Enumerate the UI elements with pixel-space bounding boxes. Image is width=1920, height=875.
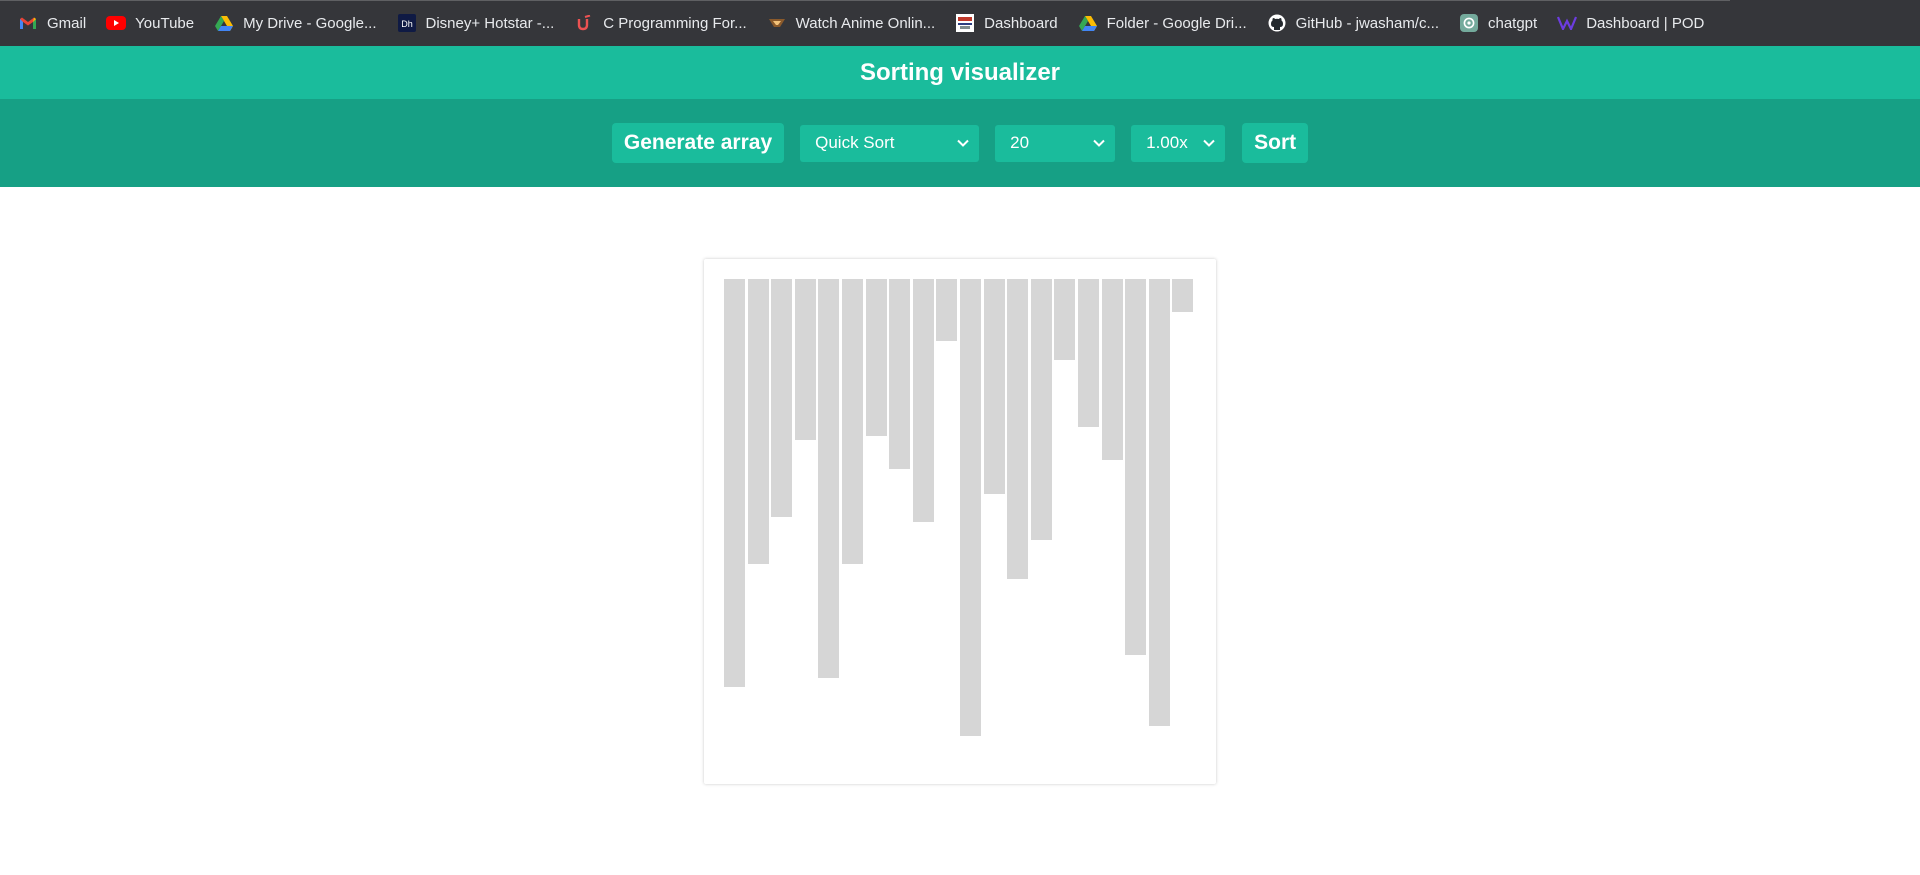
bookmark-label: Folder - Google Dri... (1106, 14, 1247, 32)
bookmark-label: Disney+ Hotstar -... (425, 14, 555, 32)
bookmark-label: chatgpt (1487, 14, 1538, 32)
hotstar-icon: Dh (397, 13, 417, 33)
array-bar (1007, 279, 1029, 579)
youtube-icon (106, 13, 127, 33)
bookmark-item[interactable]: chatgpt (1459, 8, 1546, 38)
array-bar (1054, 279, 1076, 360)
bookmark-item[interactable]: Folder - Google Dri... (1078, 8, 1256, 38)
udemy-icon (574, 13, 594, 33)
chevron-down-icon (1203, 139, 1215, 147)
gmail-icon (18, 13, 38, 33)
bookmark-item[interactable]: YouTube (106, 8, 203, 38)
bars-container (724, 279, 1196, 749)
array-bar (912, 279, 934, 522)
array-size-select[interactable]: 20 (995, 124, 1116, 162)
array-bar (1078, 279, 1099, 427)
visualizer-panel (704, 259, 1216, 784)
algorithm-select[interactable]: Quick Sort (800, 124, 980, 162)
generate-array-button[interactable]: Generate array (611, 123, 785, 163)
bookmark-label: Dashboard (984, 14, 1058, 32)
bookmark-item[interactable]: Dh Disney+ Hotstar -... (397, 8, 564, 38)
bookmark-label: YouTube (135, 14, 195, 32)
svg-text:Dh: Dh (401, 19, 413, 29)
array-bar (724, 279, 745, 687)
bookmark-item[interactable]: Gmail (18, 8, 95, 38)
bookmark-label: GitHub - jwasham/c... (1295, 14, 1439, 32)
array-bar (983, 279, 1005, 494)
bookmark-label: C Programming For... (603, 14, 747, 32)
speed-select[interactable]: 1.00x (1131, 124, 1226, 162)
google-drive-icon (214, 13, 234, 33)
bookmark-label: My Drive - Google... (243, 14, 377, 32)
bookmarks-bar: Gmail YouTube My Drive - Google... Dh Disney… (0, 0, 1920, 46)
array-bar (960, 279, 981, 736)
bookmark-item[interactable]: GitHub - jwasham/c... (1267, 8, 1448, 38)
array-bar (1101, 279, 1123, 460)
array-bar (889, 279, 911, 469)
array-bar (842, 279, 863, 564)
controls-bar: Generate array Quick Sort 20 1.00x Sort (0, 99, 1920, 187)
array-bar (865, 279, 887, 436)
page-title: Sorting visualizer (859, 58, 1061, 86)
chatgpt-icon (1459, 13, 1479, 33)
speed-select-value: 1.00x (1146, 133, 1188, 152)
bookmark-item[interactable]: C Programming For... (574, 8, 755, 38)
array-bar (1030, 279, 1052, 540)
bookmark-label: Dashboard | POD (1586, 14, 1705, 32)
bookmark-item[interactable]: Dashboard (955, 8, 1066, 38)
array-bar (1172, 279, 1194, 312)
array-bar (747, 279, 769, 564)
algorithm-select-value: Quick Sort (815, 133, 895, 152)
array-bar (794, 279, 816, 440)
bookmark-item[interactable]: Dashboard | POD (1557, 8, 1713, 38)
array-bar (1148, 279, 1170, 726)
dashboard-site-icon (955, 13, 975, 33)
bookmark-label: Watch Anime Onlin... (795, 14, 936, 32)
array-bar (771, 279, 793, 517)
array-bar (936, 279, 958, 341)
anime-site-icon (767, 13, 787, 33)
array-size-select-value: 20 (1010, 133, 1030, 152)
array-bar (818, 279, 840, 678)
google-drive-icon (1078, 13, 1098, 33)
title-bar: Sorting visualizer (0, 46, 1920, 99)
pod-icon (1557, 13, 1578, 33)
array-bar (1125, 279, 1147, 655)
sort-button[interactable]: Sort (1242, 123, 1309, 163)
bookmark-label: Gmail (47, 14, 87, 32)
chevron-down-icon (1093, 139, 1105, 147)
chevron-down-icon (957, 139, 969, 147)
bookmark-item[interactable]: Watch Anime Onlin... (767, 8, 945, 38)
github-icon (1267, 13, 1287, 33)
bookmark-item[interactable]: My Drive - Google... (214, 8, 385, 38)
